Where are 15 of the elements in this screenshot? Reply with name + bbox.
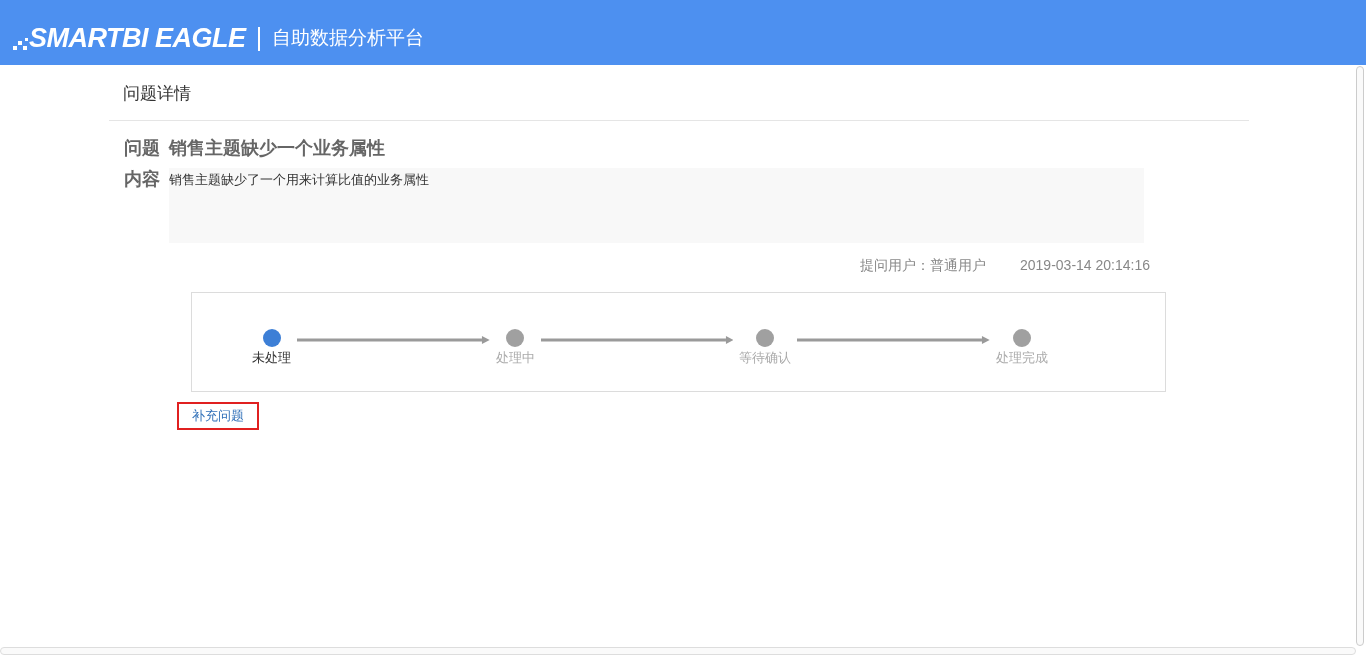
content-box: 销售主题缺少了一个用来计算比值的业务属性 (169, 168, 1144, 243)
product-name: 自助数据分析平台 (271, 26, 424, 51)
asker-text: 提问用户：普通用户 (860, 256, 986, 275)
question-title: 销售主题缺少一个业务属性 (169, 137, 385, 160)
question-label: 问题 (124, 137, 160, 160)
content-label: 内容 (124, 168, 160, 191)
logo-text: SMARTBI EAGLE (29, 25, 246, 52)
step-label: 处理中 (495, 349, 535, 367)
supplement-link[interactable]: 补充问题 (177, 402, 259, 430)
step-label: 处理完成 (996, 349, 1048, 367)
step-label: 等待确认 (739, 349, 792, 367)
page-title: 问题详情 (122, 83, 192, 105)
step-label: 未处理 (252, 349, 291, 367)
logo-dots-icon (13, 35, 29, 50)
timestamp: 2019-03-14 20:14:16 (1020, 256, 1150, 275)
